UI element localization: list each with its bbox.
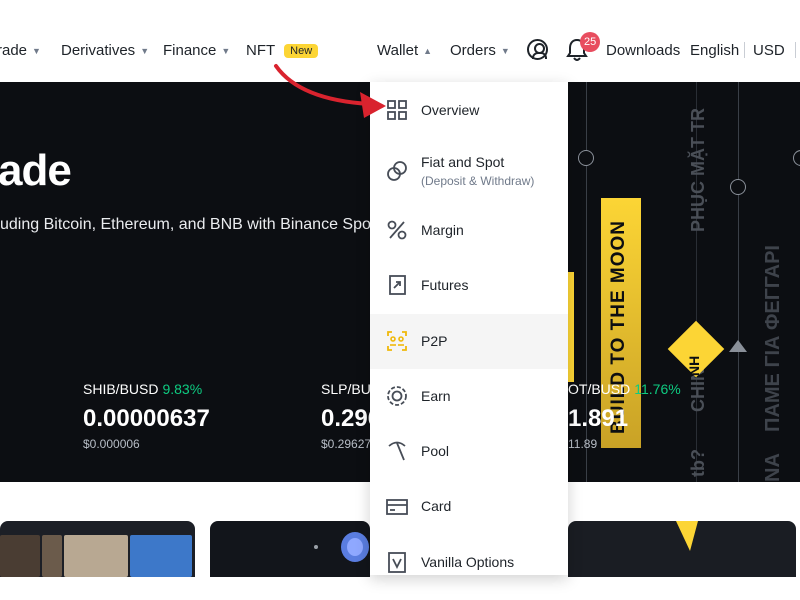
menu-item-sublabel: (Deposit & Withdraw)	[421, 174, 535, 188]
sparkle	[314, 545, 318, 549]
user-icon[interactable]	[527, 39, 548, 60]
menu-item-label: Fiat and Spot	[421, 154, 505, 170]
hero-title: ade	[0, 146, 72, 195]
menu-item-label: Card	[421, 498, 452, 514]
promo-card[interactable]	[210, 521, 370, 577]
menu-item-label: Futures	[421, 277, 469, 293]
deco-line	[738, 82, 739, 482]
earn-icon	[387, 386, 407, 406]
chevron-down-icon: ▼	[32, 45, 41, 56]
menu-item-label: Pool	[421, 443, 450, 459]
nav-finance[interactable]: Finance ▼	[163, 42, 230, 59]
menu-item-vanilla-options[interactable]: Vanilla Options	[370, 534, 568, 575]
menu-item-p2p[interactable]: P2P	[370, 314, 568, 369]
promo-image	[42, 535, 62, 577]
menu-item-label: Margin	[421, 222, 464, 238]
nav-language[interactable]: English	[690, 42, 739, 59]
notification-badge: 25	[580, 32, 601, 52]
chevron-down-icon: ▼	[140, 45, 150, 56]
deco-text-greek: ΠΑΜΕ ΓΙΑ ΦΕΓΓΑΡΙ	[762, 245, 784, 432]
wallet-dropdown-menu: Overview Fiat and Spot (Deposit & Withdr…	[370, 82, 568, 575]
coins-icon	[387, 161, 407, 181]
menu-item-overview[interactable]: Overview	[370, 82, 568, 137]
ticker-card[interactable]: SHIB/BUSD 9.83% 0.00000637 $0.000006	[83, 381, 210, 451]
hero-subtitle: uding Bitcoin, Ethereum, and BNB with Bi…	[0, 216, 380, 233]
deco-text-q: tb?	[688, 449, 708, 477]
ticker-usd: $0.000006	[83, 437, 140, 451]
menu-item-margin[interactable]: Margin	[370, 204, 568, 259]
nav-currency[interactable]: USD	[753, 42, 785, 59]
p2p-icon	[387, 331, 407, 351]
ticker-usd: 11.89	[568, 437, 598, 451]
ticker-pair: OT/BUSD	[568, 381, 631, 397]
menu-item-fiat-spot[interactable]: Fiat and Spot (Deposit & Withdraw)	[370, 142, 568, 204]
ticker-price: 0.00000637	[83, 405, 210, 432]
deco-text-greek2: ΝΑ	[762, 453, 784, 482]
new-badge: New	[284, 43, 319, 58]
menu-item-pool[interactable]: Pool	[370, 424, 568, 479]
ticker-change: 11.76%	[634, 381, 681, 397]
ticker-card[interactable]: OT/BUSD 11.76% 1.891 11.89	[568, 381, 681, 451]
percent-icon	[387, 220, 407, 240]
nav-nft[interactable]: NFT New	[246, 42, 319, 59]
nav-divider	[744, 42, 745, 58]
ticker-price: 1.891	[568, 405, 629, 432]
deco-triangle	[729, 340, 747, 352]
menu-item-label: Vanilla Options	[421, 554, 515, 570]
grid-icon	[387, 100, 407, 120]
nav-downloads[interactable]: Downloads	[606, 42, 680, 59]
promo-card[interactable]	[0, 521, 195, 577]
deco-text-viet: PHỤC MẶT TR	[688, 108, 708, 232]
menu-item-label: P2P	[421, 333, 448, 349]
deco-diamond-text: NH	[686, 355, 702, 376]
nav-divider	[795, 42, 796, 58]
promo-card[interactable]	[568, 521, 796, 577]
pickaxe-icon	[388, 441, 406, 461]
deco-ring	[793, 150, 800, 166]
deco-ring	[730, 179, 746, 195]
card-icon	[386, 499, 408, 515]
coin-icon	[341, 532, 369, 562]
menu-item-label: Overview	[421, 102, 480, 118]
menu-item-card[interactable]: Card	[370, 479, 568, 534]
promo-image	[130, 535, 192, 577]
ticker-change: 9.83%	[162, 381, 203, 397]
ticker-pair: SHIB/BUSD	[83, 381, 159, 397]
nav-trade[interactable]: rade ▼	[0, 42, 41, 59]
options-icon	[388, 552, 406, 573]
chevron-down-icon: ▼	[500, 45, 510, 56]
menu-item-label: Earn	[421, 388, 451, 404]
nav-orders[interactable]: Orders ▼	[450, 42, 510, 59]
nav-derivatives[interactable]: Derivatives ▼	[61, 42, 149, 59]
nav-wallet[interactable]: Wallet ▲	[377, 42, 432, 59]
promo-image	[64, 535, 128, 577]
futures-icon	[389, 275, 406, 295]
top-nav: rade ▼ Derivatives ▼ Finance ▼ NFT New Walle…	[0, 0, 800, 82]
menu-item-futures[interactable]: Futures	[370, 259, 568, 314]
deco-shape	[676, 521, 698, 551]
menu-item-earn[interactable]: Earn	[370, 369, 568, 424]
chevron-up-icon: ▲	[423, 45, 433, 56]
promo-image	[0, 535, 40, 577]
deco-ring	[578, 150, 594, 166]
chevron-down-icon: ▼	[221, 45, 231, 56]
